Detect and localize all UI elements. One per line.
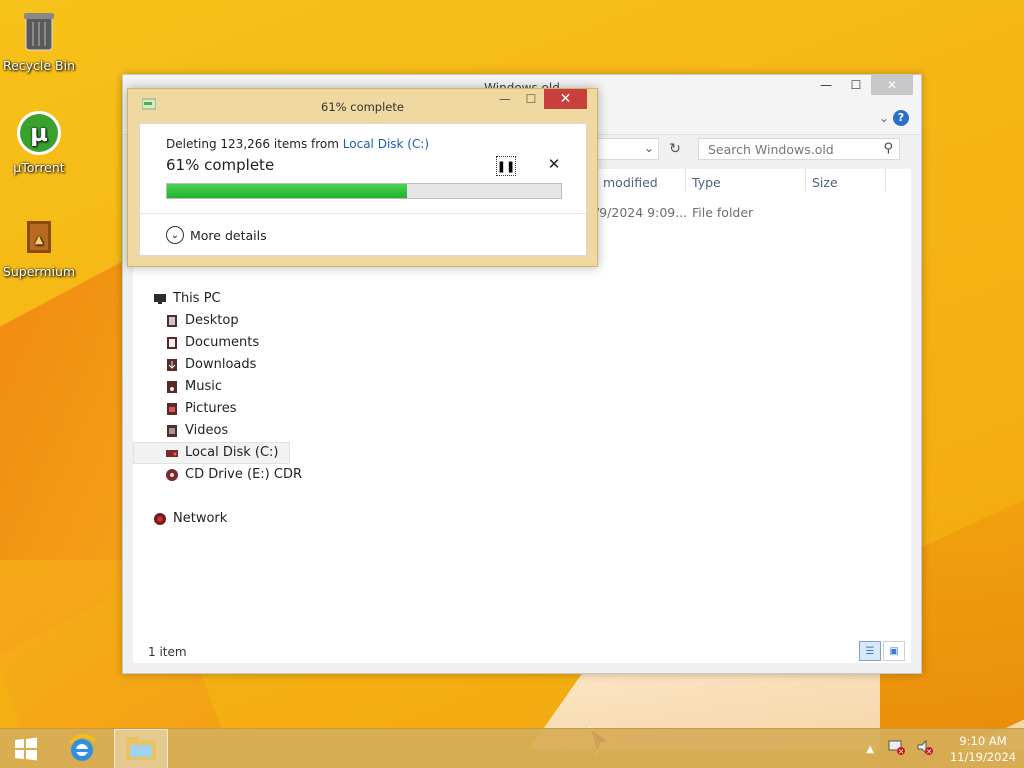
nav-label: Local Disk (C:)	[185, 445, 279, 460]
nav-item-network[interactable]: Network	[153, 508, 313, 530]
search-placeholder: Search Windows.old	[708, 142, 834, 157]
nav-label: Desktop	[185, 313, 239, 328]
folder-documents-icon	[165, 336, 179, 350]
source-link[interactable]: Local Disk (C:)	[343, 137, 429, 151]
desktop-icon-utorrent[interactable]: µ µTorrent	[0, 110, 78, 175]
supermium-icon: ▲	[16, 214, 62, 260]
percent-complete: 61% complete	[166, 156, 275, 174]
more-details-button[interactable]: ⌄ More details	[166, 226, 267, 244]
nav-item-pictures[interactable]: Pictures	[153, 398, 313, 420]
deleting-status: Deleting 123,266 items from Local Disk (…	[166, 137, 429, 151]
column-separator[interactable]	[805, 169, 806, 191]
search-icon[interactable]: ⚲	[883, 141, 893, 156]
svg-text:✕: ✕	[898, 748, 904, 755]
internet-explorer-icon	[68, 734, 97, 761]
navigation-pane: This PC Desktop Documents Downloads Musi…	[133, 288, 313, 530]
dialog-body: Deleting 123,266 items from Local Disk (…	[139, 123, 587, 256]
nav-item-music[interactable]: Music	[153, 376, 313, 398]
progress-bar	[166, 183, 562, 199]
show-hidden-icons-icon[interactable]: ▲	[866, 744, 874, 755]
progress-fill	[167, 184, 408, 198]
volume-muted-icon[interactable]: ✕	[916, 739, 934, 759]
nav-label: Music	[185, 379, 222, 394]
svg-text:µ: µ	[30, 119, 48, 147]
nav-label: Videos	[185, 423, 229, 438]
maximize-button[interactable]: ☐	[841, 75, 871, 95]
dialog-close-button[interactable]: ✕	[544, 89, 587, 109]
column-header-modified[interactable]: modified	[603, 175, 658, 190]
desktop-icon-supermium[interactable]: ▲ Supermium	[0, 214, 78, 279]
svg-text:▲: ▲	[35, 233, 44, 246]
nav-item-downloads[interactable]: Downloads	[153, 354, 313, 376]
file-explorer-button[interactable]	[114, 729, 168, 768]
nav-item-cd-drive[interactable]: CD Drive (E:) CDR	[153, 464, 313, 486]
nav-item-videos[interactable]: Videos	[153, 420, 313, 442]
divider	[140, 213, 586, 214]
close-button[interactable]: ✕	[871, 75, 913, 95]
dialog-maximize-button[interactable]: ☐	[518, 89, 544, 109]
details-view-button[interactable]: ☰	[859, 641, 881, 661]
chevron-down-icon[interactable]: ⌄	[644, 141, 654, 155]
taskbar: ▲ ✕ ✕ 9:10 AM 11/19/2024	[0, 728, 1024, 768]
file-explorer-icon	[126, 737, 156, 760]
chevron-down-icon: ⌄	[166, 226, 184, 244]
clock[interactable]: 9:10 AM 11/19/2024	[942, 733, 1024, 765]
computer-icon	[153, 292, 167, 306]
cd-drive-icon	[165, 468, 179, 482]
deleting-text: Deleting 123,266 items from	[166, 137, 343, 151]
folder-pictures-icon	[165, 402, 179, 416]
start-button[interactable]	[6, 729, 46, 768]
nav-label: Documents	[185, 335, 260, 350]
nav-label: This PC	[173, 291, 221, 306]
more-details-label: More details	[190, 227, 267, 243]
file-row-type[interactable]: File folder	[692, 205, 753, 220]
status-bar-text: 1 item	[148, 645, 187, 659]
column-separator[interactable]	[685, 169, 686, 191]
column-separator[interactable]	[885, 169, 886, 191]
desktop-icon-label: Supermium	[2, 264, 76, 279]
nav-label: Downloads	[185, 357, 257, 372]
desktop-icon-label: µTorrent	[13, 160, 65, 175]
delete-progress-dialog: 61% complete — ☐ ✕ Deleting 123,266 item…	[127, 88, 598, 267]
refresh-button[interactable]: ↻	[663, 138, 687, 160]
folder-videos-icon	[165, 424, 179, 438]
drive-icon	[165, 446, 179, 460]
dialog-minimize-button[interactable]: —	[492, 89, 518, 109]
large-icons-view-button[interactable]: ▣	[883, 641, 905, 661]
utorrent-icon: µ	[16, 110, 62, 156]
nav-label: Network	[173, 511, 228, 526]
nav-label: CD Drive (E:) CDR	[185, 467, 302, 482]
svg-text:✕: ✕	[926, 748, 932, 755]
folder-downloads-icon	[165, 358, 179, 372]
minimize-button[interactable]: —	[811, 75, 841, 95]
nav-item-desktop[interactable]: Desktop	[153, 310, 313, 332]
column-header-size[interactable]: Size	[812, 175, 838, 190]
network-status-icon[interactable]: ✕	[888, 739, 906, 759]
internet-explorer-button[interactable]	[58, 729, 106, 768]
clock-time: 9:10 AM	[959, 734, 1007, 748]
system-tray: ▲ ✕ ✕ 9:10 AM 11/19/2024	[866, 729, 1024, 768]
folder-desktop-icon	[165, 314, 179, 328]
pause-button[interactable]: ❚❚	[496, 156, 516, 176]
column-header-type[interactable]: Type	[692, 175, 721, 190]
help-icon[interactable]: ?	[893, 110, 909, 126]
nav-item-local-disk[interactable]: Local Disk (C:)	[133, 442, 290, 464]
folder-music-icon	[165, 380, 179, 394]
desktop-icon-recycle-bin[interactable]: Recycle Bin	[0, 8, 78, 73]
file-row-date[interactable]: /9/2024 9:09...	[595, 205, 687, 220]
ribbon-expand-icon[interactable]: ⌄	[879, 111, 889, 125]
cancel-button[interactable]: ✕	[544, 154, 564, 174]
clock-date: 11/19/2024	[949, 750, 1017, 764]
recycle-bin-icon	[16, 8, 62, 54]
address-bar[interactable]: ⌄	[595, 138, 659, 160]
search-input[interactable]: Search Windows.old ⚲	[698, 138, 900, 160]
network-icon	[153, 512, 167, 526]
windows-logo-icon	[15, 737, 37, 761]
nav-item-documents[interactable]: Documents	[153, 332, 313, 354]
desktop-icon-label: Recycle Bin	[2, 58, 76, 73]
nav-item-this-pc[interactable]: This PC	[153, 288, 313, 310]
nav-label: Pictures	[185, 401, 237, 416]
